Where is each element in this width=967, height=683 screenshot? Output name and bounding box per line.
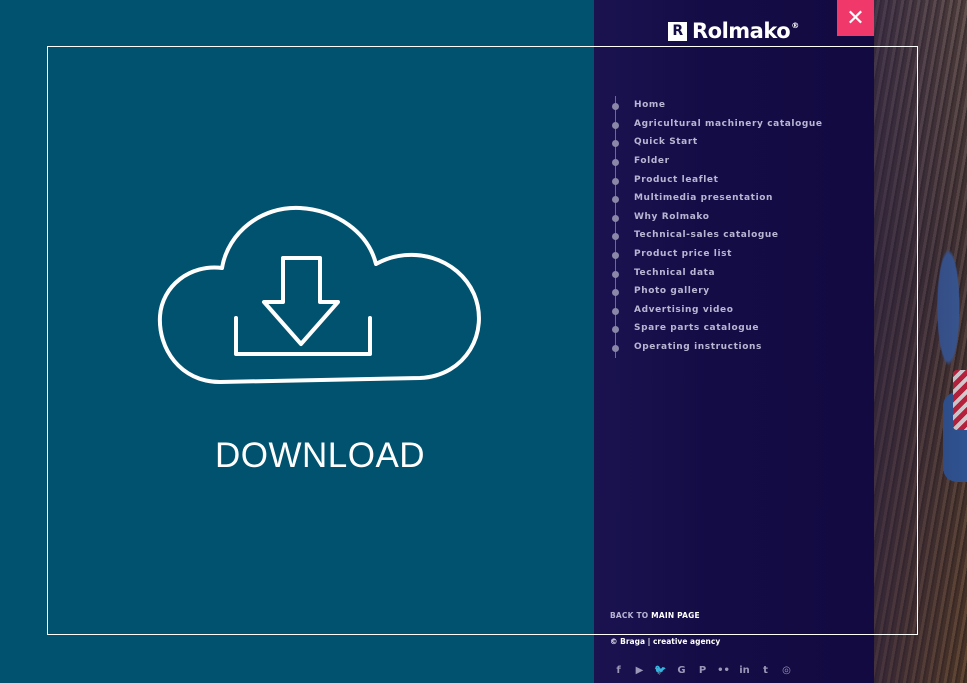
menu-item[interactable]: Technical-sales catalogue [610, 226, 823, 245]
agency-credits[interactable]: © Braga | creative agency [610, 637, 720, 646]
menu-bullet-icon [612, 326, 619, 334]
menu-item[interactable]: Photo gallery [610, 282, 823, 301]
menu-item[interactable]: Operating instructions [610, 338, 823, 357]
menu-item[interactable]: Multimedia presentation [610, 189, 823, 208]
brand-logo[interactable]: R Rolmako ® [668, 19, 799, 43]
menu-bullet-icon [612, 214, 619, 222]
menu-item-label: Spare parts catalogue [634, 323, 760, 334]
tumblr-icon[interactable]: t [759, 664, 772, 677]
pinterest-icon[interactable]: P [696, 664, 709, 677]
menu-item-label: Folder [634, 156, 670, 167]
menu-bullet-icon [612, 289, 619, 297]
brand-name: Rolmako [692, 19, 791, 43]
menu-bullet-icon [612, 345, 619, 353]
menu-item-label: Agricultural machinery catalogue [634, 118, 823, 129]
menu-item[interactable]: Quick Start [610, 133, 823, 152]
menu-item-label: Why Rolmako [634, 211, 710, 222]
back-to-main-link[interactable]: BACK TO MAIN PAGE [610, 611, 700, 620]
menu-item[interactable]: Product leaflet [610, 170, 823, 189]
menu-bullet-icon [612, 159, 619, 167]
menu-bullet-icon [612, 233, 619, 241]
back-prefix: BACK TO [610, 611, 652, 620]
menu-bullet-icon [612, 307, 619, 315]
youtube-icon[interactable]: ▶ [633, 664, 646, 677]
back-strong: MAIN PAGE [651, 611, 700, 620]
menu-item-label: Photo gallery [634, 286, 710, 297]
menu-bullet-icon [612, 140, 619, 148]
menu-item[interactable]: Advertising video [610, 301, 823, 320]
close-icon: ✕ [846, 5, 865, 31]
warning-stripe [953, 370, 967, 430]
download-label[interactable]: DOWNLOAD [0, 436, 640, 476]
twitter-icon[interactable]: 🐦 [654, 664, 667, 677]
menu-item-label: Technical-sales catalogue [634, 230, 779, 241]
menu-item-label: Multimedia presentation [634, 193, 774, 204]
menu-item[interactable]: Product price list [610, 245, 823, 264]
menu-bullet-icon [612, 270, 619, 278]
close-button[interactable]: ✕ [837, 0, 874, 36]
menu-item[interactable]: Folder [610, 152, 823, 171]
menu-bullet-icon [612, 196, 619, 204]
menu-bullet-icon [612, 177, 619, 185]
download-label-text: DOWNLOAD [214, 436, 426, 475]
menu-item-label: Advertising video [634, 304, 734, 315]
facebook-icon[interactable]: f [612, 664, 625, 677]
menu-bullet-icon [612, 103, 619, 111]
menu-item-label: Product price list [634, 249, 733, 260]
background-photo [874, 0, 967, 683]
menu-bullet-icon [612, 252, 619, 260]
logo-mark-icon: R [668, 21, 687, 41]
machine-part [943, 392, 967, 482]
menu-item[interactable]: Technical data [610, 263, 823, 282]
main-menu: Home Agricultural machinery catalogue Quic… [610, 96, 823, 356]
instagram-icon[interactable]: ◎ [780, 664, 793, 677]
linkedin-icon[interactable]: in [738, 664, 751, 677]
menu-item[interactable]: Spare parts catalogue [610, 319, 823, 338]
menu-item-label: Technical data [634, 267, 716, 278]
menu-bullet-icon [612, 121, 619, 129]
menu-item-label: Quick Start [634, 137, 698, 148]
registered-mark: ® [791, 20, 799, 30]
menu-item-label: Product leaflet [634, 174, 719, 185]
download-panel[interactable]: DOWNLOAD [0, 0, 594, 683]
menu-item[interactable]: Why Rolmako [610, 208, 823, 227]
menu-item[interactable]: Agricultural machinery catalogue [610, 115, 823, 134]
google-plus-icon[interactable]: G [675, 664, 688, 677]
flickr-icon[interactable]: •• [717, 664, 730, 677]
menu-item[interactable]: Home [610, 96, 823, 115]
cloud-download-icon[interactable] [150, 198, 490, 398]
menu-item-label: Home [634, 100, 666, 111]
social-links: f ▶ 🐦 G P •• in t ◎ [612, 664, 793, 677]
menu-item-label: Operating instructions [634, 342, 762, 353]
